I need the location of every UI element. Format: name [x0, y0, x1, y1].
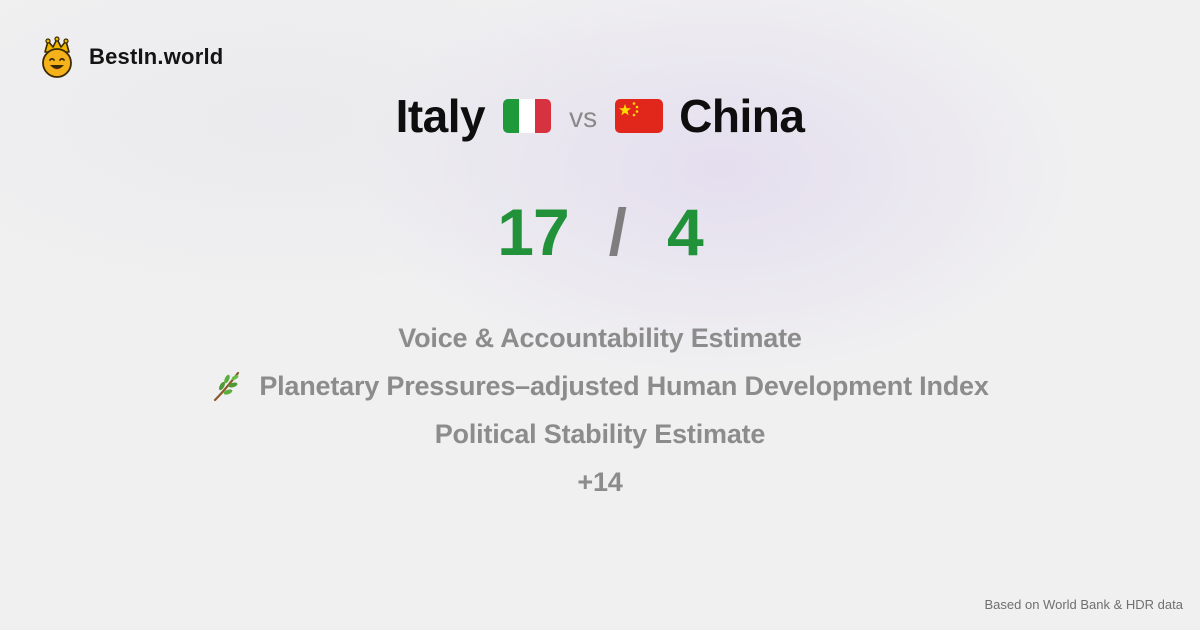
italy-flag-icon: [503, 99, 552, 133]
country-b-name: China: [679, 90, 805, 142]
metric-label: Political Stability Estimate: [434, 418, 766, 449]
metric-item: Voice & Accountability Estimate: [0, 314, 1200, 362]
metric-more-count: +14: [0, 458, 1200, 506]
metric-label: +14: [577, 466, 623, 497]
metric-item: Political Stability Estimate: [0, 410, 1200, 458]
metric-item: Planetary Pressures–adjusted Human Devel…: [0, 362, 1200, 410]
metric-label: Planetary Pressures–adjusted Human Devel…: [259, 370, 989, 401]
herb-branch-icon: [214, 371, 240, 402]
metric-list: Voice & Accountability Estimate Planetar…: [0, 314, 1200, 506]
vs-label: vs: [569, 102, 598, 133]
score-summary: 17 / 4: [0, 195, 1200, 269]
score-b: 4: [667, 195, 704, 269]
brand[interactable]: BestIn.world: [39, 36, 223, 78]
china-flag-icon: [615, 99, 664, 133]
brand-name: BestIn.world: [89, 44, 224, 69]
comparison-title: Italy vs China: [0, 88, 1200, 144]
data-source-note: Based on World Bank & HDR data: [984, 597, 1183, 612]
country-a-name: Italy: [395, 90, 486, 142]
crowned-smiley-icon: [42, 36, 72, 78]
score-a: 17: [497, 195, 569, 269]
score-separator: /: [608, 195, 628, 269]
metric-label: Voice & Accountability Estimate: [398, 322, 802, 353]
